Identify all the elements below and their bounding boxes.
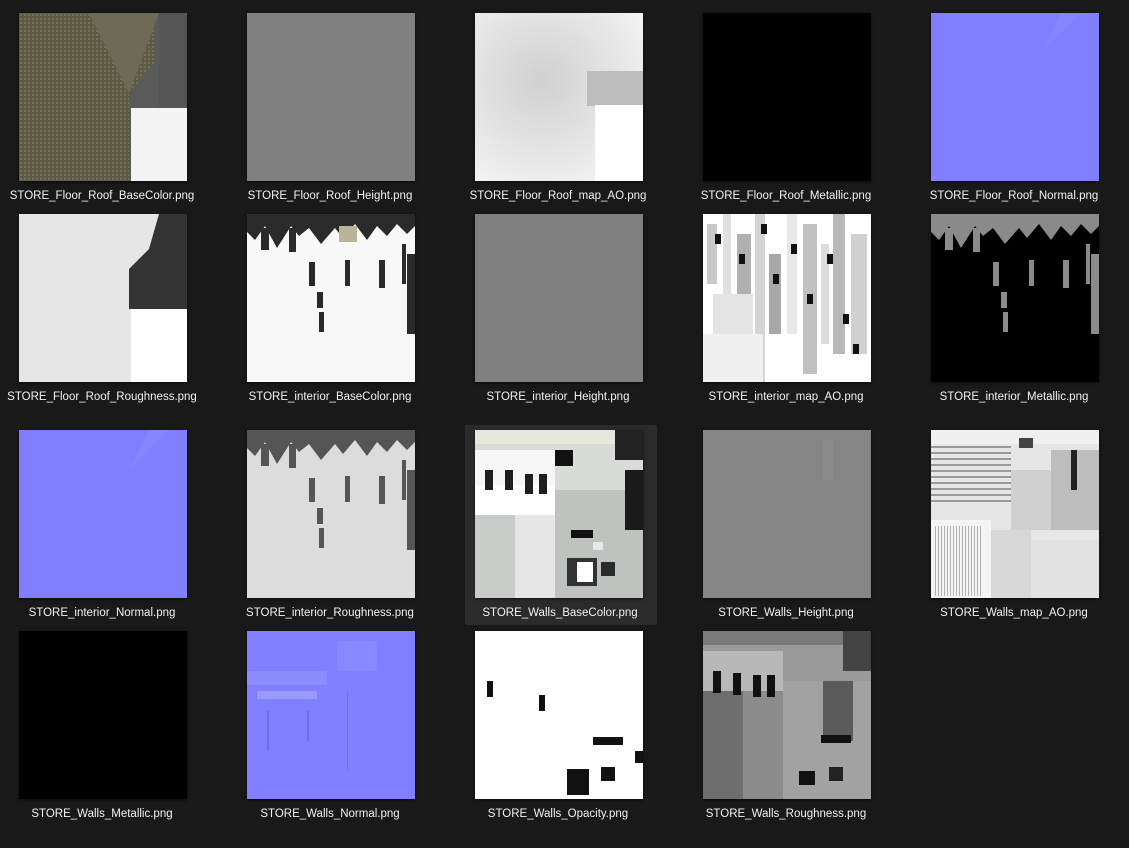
- file-name: STORE_Floor_Roof_BaseColor.png: [9, 190, 195, 202]
- file-item[interactable]: STORE_Walls_Roughness.png: [691, 631, 881, 831]
- file-item[interactable]: STORE_Walls_Metallic.png: [7, 631, 197, 831]
- file-item[interactable]: STORE_Floor_Roof_map_AO.png: [463, 13, 653, 213]
- file-item-selected[interactable]: STORE_Walls_BaseColor.png: [465, 425, 657, 625]
- file-item[interactable]: STORE_Walls_map_AO.png: [919, 425, 1109, 625]
- file-item[interactable]: STORE_Floor_Roof_Roughness.png: [7, 214, 197, 422]
- file-name: STORE_Walls_map_AO.png: [940, 607, 1088, 619]
- file-thumbnail: [475, 430, 643, 598]
- file-item[interactable]: STORE_interior_Metallic.png: [919, 214, 1109, 414]
- file-thumbnail: [931, 430, 1099, 598]
- file-name: STORE_Floor_Roof_Height.png: [247, 190, 413, 202]
- file-thumbnail: [475, 13, 643, 181]
- file-thumbnail: [703, 631, 871, 799]
- file-name: STORE_Floor_Roof_Roughness.png: [7, 391, 197, 403]
- file-name: STORE_interior_Roughness.png: [246, 607, 414, 619]
- file-name: STORE_Floor_Roof_map_AO.png: [469, 190, 647, 202]
- file-thumbnail: [703, 214, 871, 382]
- file-name: STORE_Walls_Roughness.png: [705, 808, 867, 820]
- file-thumbnail: [475, 631, 643, 799]
- file-item[interactable]: STORE_interior_Height.png: [463, 214, 653, 414]
- file-name: STORE_interior_map_AO.png: [708, 391, 864, 403]
- file-item[interactable]: STORE_Floor_Roof_Metallic.png: [691, 13, 881, 213]
- file-item[interactable]: STORE_Floor_Roof_Normal.png: [919, 13, 1109, 213]
- file-name: STORE_interior_Metallic.png: [939, 391, 1089, 403]
- file-thumbnail: [247, 631, 415, 799]
- file-name: STORE_interior_Height.png: [486, 391, 630, 403]
- file-thumbnail: [19, 631, 187, 799]
- file-item[interactable]: STORE_Walls_Normal.png: [235, 631, 425, 831]
- file-name: STORE_Floor_Roof_Metallic.png: [700, 190, 872, 202]
- file-thumbnail: [703, 13, 871, 181]
- file-name: STORE_Floor_Roof_Normal.png: [929, 190, 1099, 202]
- file-item[interactable]: STORE_interior_map_AO.png: [691, 214, 881, 414]
- file-name: STORE_Walls_Normal.png: [260, 808, 400, 820]
- file-name: STORE_Walls_Opacity.png: [487, 808, 629, 820]
- file-name: STORE_interior_BaseColor.png: [248, 391, 412, 403]
- file-thumbnail: [247, 430, 415, 598]
- file-item[interactable]: STORE_interior_Normal.png: [7, 425, 197, 625]
- file-name: STORE_Walls_BaseColor.png: [482, 607, 638, 619]
- file-name: STORE_Walls_Height.png: [718, 607, 854, 619]
- file-item[interactable]: STORE_Floor_Roof_Height.png: [235, 13, 425, 213]
- file-grid: STORE_Floor_Roof_BaseColor.png STORE_Flo…: [0, 0, 1129, 848]
- file-thumbnail: [931, 214, 1099, 382]
- file-name: STORE_Walls_Metallic.png: [31, 808, 173, 820]
- file-thumbnail: [19, 214, 187, 382]
- file-item[interactable]: STORE_interior_BaseColor.png: [235, 214, 425, 414]
- file-thumbnail: [19, 13, 187, 181]
- file-thumbnail: [703, 430, 871, 598]
- file-thumbnail: [475, 214, 643, 382]
- file-item[interactable]: STORE_Floor_Roof_BaseColor.png: [7, 13, 197, 213]
- file-thumbnail: [19, 430, 187, 598]
- file-item[interactable]: STORE_Walls_Opacity.png: [463, 631, 653, 831]
- file-item[interactable]: STORE_Walls_Height.png: [691, 425, 881, 625]
- file-item[interactable]: STORE_interior_Roughness.png: [235, 425, 425, 625]
- file-thumbnail: [247, 214, 415, 382]
- file-thumbnail: [247, 13, 415, 181]
- file-name: STORE_interior_Normal.png: [28, 607, 176, 619]
- file-thumbnail: [931, 13, 1099, 181]
